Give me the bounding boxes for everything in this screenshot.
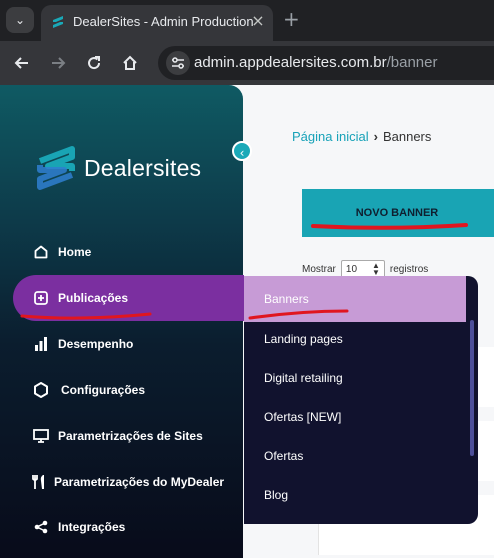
reload-button[interactable] xyxy=(82,51,106,75)
sidebar-item-label: Integrações xyxy=(58,520,126,534)
sidebar-item-label: Desempenho xyxy=(58,337,134,351)
sidebar-item-parametrizacoes-sites[interactable]: Parametrizações de Sites xyxy=(33,424,203,448)
submenu-item-digital-retailing[interactable]: Digital retailing xyxy=(264,371,343,385)
sidebar-item-configuracoes[interactable]: Configurações xyxy=(33,378,145,402)
submenu-item-ofertas[interactable]: Ofertas xyxy=(264,449,303,463)
logo-text-sites: sites xyxy=(152,154,202,181)
home-button[interactable] xyxy=(118,51,142,75)
tools-icon xyxy=(31,474,47,490)
new-tab-plus-icon[interactable]: + xyxy=(283,8,300,30)
chevron-left-icon: ‹ xyxy=(239,146,245,160)
url-path: /banner xyxy=(386,54,438,71)
sidebar-item-label: Parametrizações de Sites xyxy=(58,429,203,443)
collapse-sidebar-button[interactable]: ‹ xyxy=(232,141,252,161)
sidebar-item-home[interactable]: Home xyxy=(33,240,91,264)
dealersites-logo: Dealersites xyxy=(34,145,201,191)
show-label: Mostrar xyxy=(302,263,336,275)
sidebar: Dealersites Home Publicações Desempenho xyxy=(0,85,244,558)
arrow-right-icon xyxy=(52,57,66,69)
page: Página inicial › Banners NOVO BANNER Mostr… xyxy=(0,85,494,558)
logo-text-dealer: Dealer xyxy=(84,154,153,181)
browser-tab-strip: ⌄ DealerSites - Admin Production × + xyxy=(0,0,494,41)
new-banner-button[interactable]: NOVO BANNER xyxy=(302,189,494,237)
submenu-item-landing-pages[interactable]: Landing pages xyxy=(264,332,343,346)
arrow-left-icon xyxy=(14,57,28,69)
hexagon-icon xyxy=(33,382,49,398)
share-icon xyxy=(33,519,49,535)
breadcrumb-current: Banners xyxy=(382,129,432,144)
logo-text: Dealersites xyxy=(84,155,201,182)
browser-toolbar: admin.appdealersites.com.br/banner xyxy=(0,41,494,85)
submenu-item-ofertas-new[interactable]: Ofertas [NEW] xyxy=(264,410,341,424)
publicacoes-submenu: Banners Landing pages Digital retailing … xyxy=(244,276,478,524)
sidebar-item-integracoes[interactable]: Integrações xyxy=(33,515,125,539)
url-host: admin.appdealersites.com.br xyxy=(194,54,387,71)
tab-search-button[interactable]: ⌄ xyxy=(6,7,34,33)
sidebar-item-label: Parametrizações do MyDealer xyxy=(54,475,225,489)
records-label: registros xyxy=(389,263,429,275)
plus-square-icon xyxy=(33,290,49,306)
breadcrumb-separator-icon: › xyxy=(373,129,378,144)
address-bar[interactable]: admin.appdealersites.com.br/banner xyxy=(158,46,494,80)
tab-title: DealerSites - Admin Production xyxy=(73,14,254,29)
sidebar-item-publicacoes[interactable]: Publicações xyxy=(33,286,128,310)
breadcrumb-home-link[interactable]: Página inicial xyxy=(292,129,369,144)
sidebar-item-parametrizacoes-mydealer[interactable]: Parametrizações do MyDealer xyxy=(31,470,224,494)
dealersites-logo-icon xyxy=(37,146,75,190)
monitor-icon xyxy=(33,428,49,444)
sidebar-item-label: Configurações xyxy=(61,383,146,397)
submenu-scrollbar[interactable] xyxy=(470,320,474,456)
submenu-item-banners[interactable]: Banners xyxy=(264,292,309,306)
forward-button[interactable] xyxy=(46,51,70,75)
dealersites-favicon-icon xyxy=(53,16,63,28)
browser-tab[interactable]: DealerSites - Admin Production × xyxy=(41,5,273,41)
bar-chart-icon xyxy=(33,336,49,352)
close-icon[interactable]: × xyxy=(249,12,267,30)
reload-icon xyxy=(88,56,101,70)
tune-icon xyxy=(172,57,184,69)
breadcrumb: Página inicial › Banners xyxy=(292,129,431,144)
chevron-down-icon: ⌄ xyxy=(14,13,26,27)
page-size-value: 10 xyxy=(345,263,358,275)
home-icon xyxy=(123,55,137,70)
back-button[interactable] xyxy=(10,51,34,75)
sidebar-item-label: Home xyxy=(58,245,92,259)
url-text: admin.appdealersites.com.br/banner xyxy=(194,54,437,71)
sidebar-item-label: Publicações xyxy=(58,291,129,305)
updown-arrow-icon: ▲ ▼ xyxy=(371,261,380,277)
sidebar-item-desempenho[interactable]: Desempenho xyxy=(33,332,133,356)
submenu-item-blog[interactable]: Blog xyxy=(264,488,288,502)
site-info-button[interactable] xyxy=(166,51,190,75)
home-icon xyxy=(33,244,49,260)
